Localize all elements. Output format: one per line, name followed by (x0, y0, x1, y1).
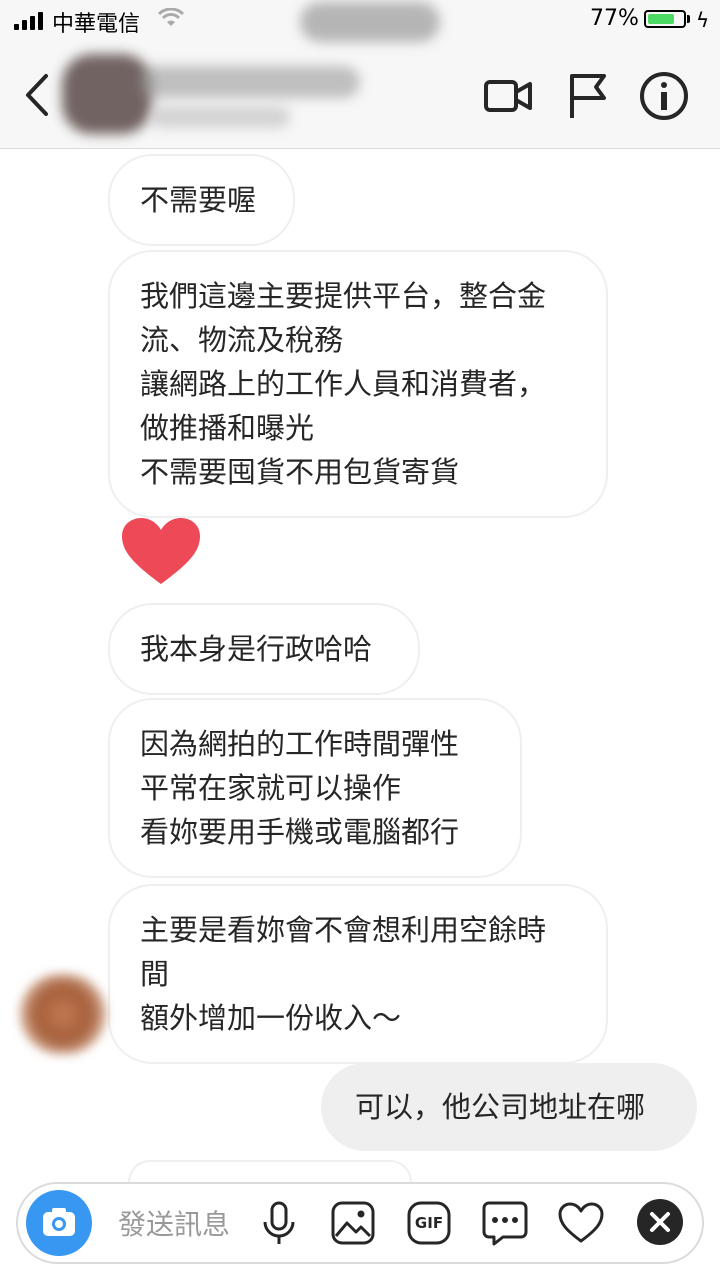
redacted-avatar (62, 54, 152, 134)
info-icon[interactable] (638, 70, 690, 122)
message-bubble[interactable]: 我本身是行政哈哈 (108, 603, 420, 695)
chat-header (0, 2, 720, 149)
battery-tip (687, 15, 690, 23)
close-button[interactable] (634, 1196, 686, 1248)
message-bubble[interactable]: 我們這邊主要提供平台，整合金 流、物流及稅務 讓網路上的工作人員和消費者， 做推… (108, 250, 608, 518)
message-composer: GIF (16, 1182, 704, 1264)
microphone-icon (263, 1201, 295, 1244)
battery-percentage: 77% (590, 6, 639, 31)
gif-label: GIF (414, 1214, 444, 1232)
partial-message-bubble (128, 1160, 412, 1182)
battery-icon (644, 10, 686, 28)
redacted-status-text (300, 2, 440, 42)
message-bubble[interactable]: 因為網拍的工作時間彈性 平常在家就可以操作 看妳要用手機或電腦都行 (108, 698, 522, 878)
sent-message-bubble[interactable]: 可以，他公司地址在哪 (321, 1063, 697, 1151)
message-bubble[interactable]: 主要是看妳會不會想利用空餘時 間 額外增加一份收入～ (108, 884, 608, 1064)
heart-outline-icon (558, 1202, 604, 1243)
wifi-icon (158, 8, 184, 26)
message-input[interactable] (118, 1204, 268, 1244)
redacted-subtitle (150, 106, 290, 128)
camera-icon (43, 1208, 75, 1236)
microphone-button[interactable] (254, 1198, 304, 1248)
signal-strength-icon (14, 12, 43, 30)
message-bubble[interactable]: 不需要喔 (108, 154, 295, 246)
close-icon (637, 1199, 683, 1245)
flag-icon[interactable] (562, 70, 614, 122)
like-button[interactable] (556, 1198, 606, 1248)
redacted-name (140, 66, 360, 98)
video-call-icon[interactable] (482, 70, 534, 122)
sender-avatar[interactable] (20, 974, 106, 1054)
heart-icon[interactable] (120, 516, 202, 588)
image-icon (331, 1201, 375, 1245)
more-options-button[interactable] (480, 1198, 530, 1248)
gallery-button[interactable] (328, 1198, 378, 1248)
camera-button[interactable] (26, 1190, 92, 1256)
charging-bolt-icon: ϟ (696, 8, 710, 32)
battery-level-fill (648, 14, 674, 24)
back-icon[interactable] (18, 70, 58, 120)
more-icon (482, 1201, 528, 1246)
carrier-name: 中華電信 (52, 12, 141, 37)
gif-button[interactable]: GIF (404, 1198, 454, 1248)
